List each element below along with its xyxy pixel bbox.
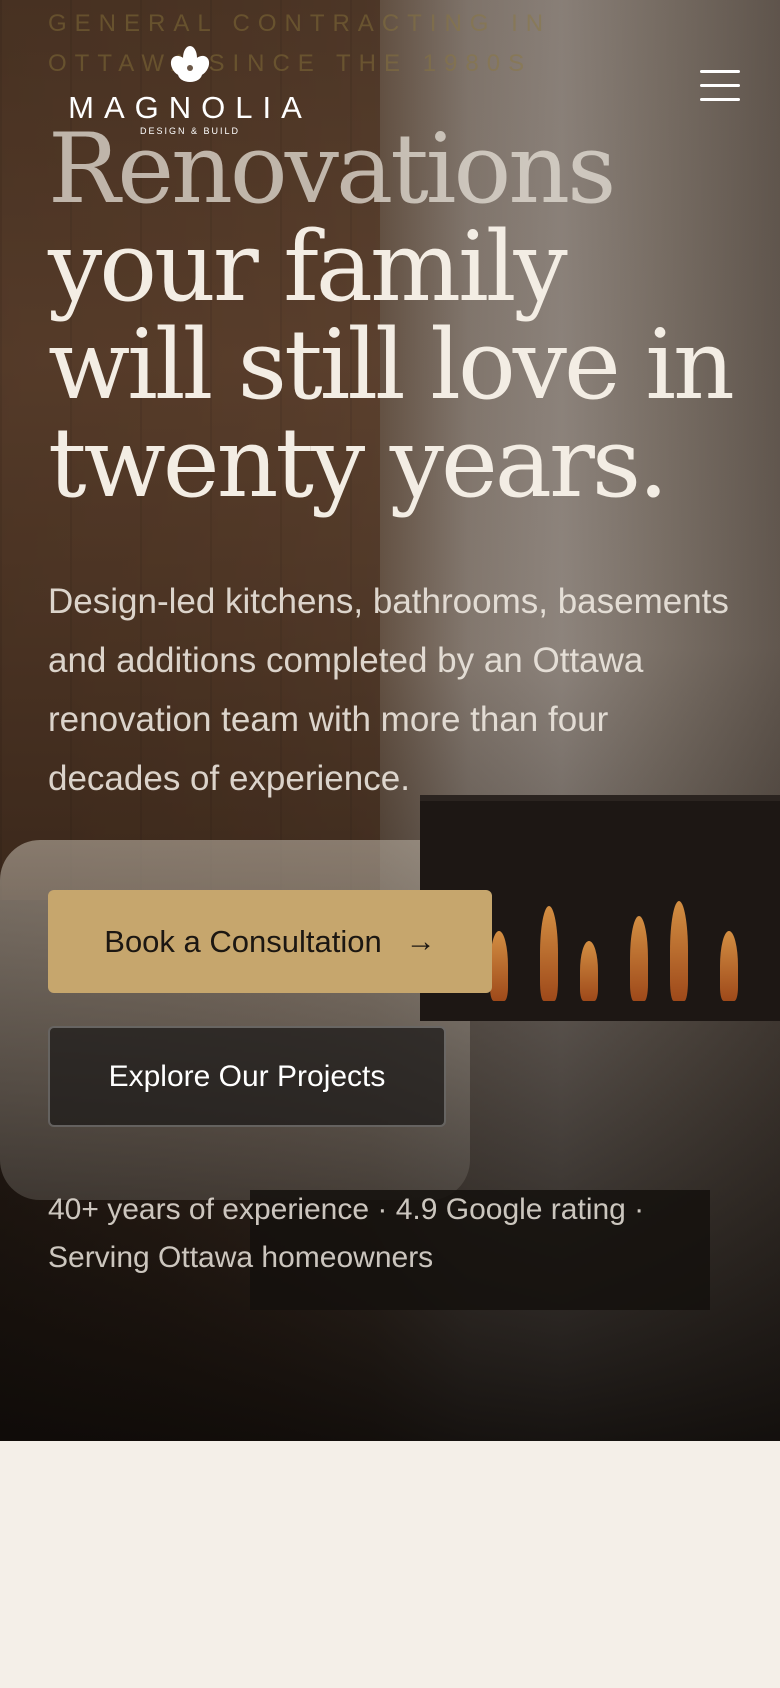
explore-projects-button[interactable]: Explore Our Projects	[48, 1026, 446, 1127]
headline-main: your family will still love in twenty ye…	[48, 211, 735, 519]
hero-headline: Renovations your family will still love …	[48, 120, 748, 512]
hero-lead: Design-led kitchens, bathrooms, basement…	[48, 582, 729, 798]
hero-section: General Contracting in Ottawa since the …	[0, 0, 780, 1441]
book-consultation-button[interactable]: Book a Consultation →	[48, 890, 492, 993]
headline-faded: Renovations	[48, 113, 616, 225]
explore-projects-label: Explore Our Projects	[108, 1059, 386, 1093]
magnolia-flower-icon	[170, 46, 210, 82]
hamburger-menu-icon[interactable]	[700, 70, 740, 106]
book-consultation-label: Book a Consultation	[104, 923, 382, 959]
trust-line: 40+ years of experience · 4.9 Google rat…	[48, 1193, 645, 1274]
arrow-right-icon: →	[405, 924, 436, 958]
